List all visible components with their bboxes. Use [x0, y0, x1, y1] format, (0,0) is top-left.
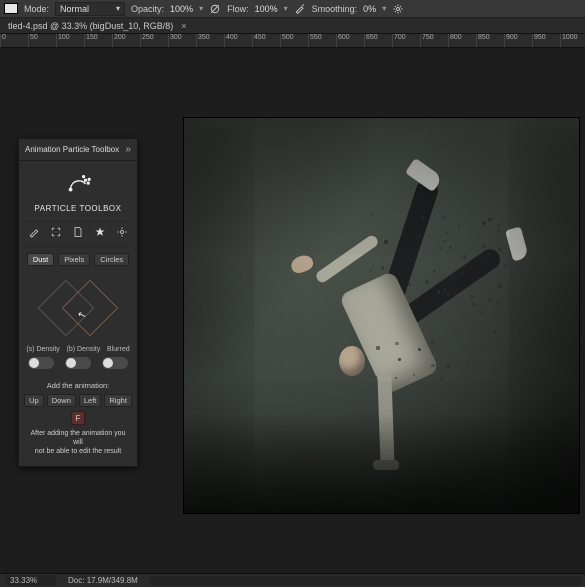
document-icon[interactable] [72, 226, 84, 238]
airbrush-icon[interactable] [294, 3, 306, 15]
brush-tool-icon[interactable] [28, 226, 40, 238]
tab-dust[interactable]: Dust [27, 253, 54, 266]
dir-down-button[interactable]: Down [47, 394, 76, 407]
warning-line2: not be able to edit the result [35, 448, 121, 455]
status-bar: 33.33% Doc: 17.9M/349.8M [0, 573, 585, 587]
panel-title: PARTICLE TOOLBOX [19, 204, 137, 213]
artboard[interactable] [184, 118, 579, 513]
panel-logo-icon [19, 161, 137, 204]
doc-size-value: 17.9M/349.8M [87, 576, 138, 585]
opacity-label: Opacity: [131, 4, 164, 14]
smoothing-chevron-icon[interactable]: ▾ [382, 4, 386, 13]
b-density-toggle[interactable] [65, 357, 91, 369]
tool-row [23, 221, 133, 247]
ruler-horizontal: 0501001502002503003504004505005506006507… [0, 34, 585, 48]
finalize-button[interactable]: F [71, 411, 85, 425]
b-density-label: (b) Density [67, 346, 101, 353]
smoothing-value[interactable]: 0% [363, 4, 376, 14]
smoothing-gear-icon[interactable] [392, 3, 404, 15]
s-density-toggle[interactable] [28, 357, 54, 369]
mode-select[interactable]: Normal [55, 2, 125, 16]
opacity-value[interactable]: 100% [170, 4, 193, 14]
dir-up-button[interactable]: Up [24, 394, 44, 407]
tab-pixels[interactable]: Pixels [58, 253, 90, 266]
dir-left-button[interactable]: Left [79, 394, 102, 407]
flow-value[interactable]: 100% [255, 4, 278, 14]
mode-value: Normal [60, 4, 89, 14]
gear-icon[interactable] [116, 226, 128, 238]
doc-size-label: Doc: [68, 576, 84, 585]
flow-label: Flow: [227, 4, 249, 14]
pressure-opacity-icon[interactable] [209, 3, 221, 15]
document-tab[interactable]: tled-4.psd @ 33.3% (bigDust_10, RGB/8) [2, 21, 179, 31]
panel-menu-icon[interactable]: » [125, 144, 131, 155]
options-bar: Mode: Normal Opacity: 100% ▾ Flow: 100% … [0, 0, 585, 18]
zoom-level[interactable]: 33.33% [6, 575, 56, 586]
particle-type-tabs: Dust Pixels Circles [19, 247, 137, 272]
particle-toolbox-panel: Animation Particle Toolbox » PARTICLE TO… [18, 138, 138, 467]
blurred-toggle[interactable] [102, 357, 128, 369]
add-animation-label: Add the animation: [19, 381, 137, 390]
blurred-label: Blurred [107, 346, 130, 353]
s-density-label: (s) Density [26, 346, 59, 353]
panel-header: Animation Particle Toolbox [25, 145, 119, 154]
horizontal-scrollbar[interactable] [150, 576, 581, 586]
document-tab-bar: tled-4.psd @ 33.3% (bigDust_10, RGB/8) × [0, 18, 585, 34]
star-icon[interactable] [94, 226, 106, 238]
tab-circles[interactable]: Circles [94, 253, 129, 266]
flow-chevron-icon[interactable]: ▾ [284, 4, 288, 13]
mode-label: Mode: [24, 4, 49, 14]
expand-icon[interactable] [50, 226, 62, 238]
brush-preset-swatch[interactable] [4, 3, 18, 14]
opacity-chevron-icon[interactable]: ▾ [199, 4, 203, 13]
dir-right-button[interactable]: Right [104, 394, 132, 407]
smoothing-label: Smoothing: [312, 4, 358, 14]
warning-line1: After adding the animation you will [31, 430, 126, 446]
close-icon[interactable]: × [181, 21, 186, 31]
preview-area[interactable]: ↖ [38, 278, 118, 338]
